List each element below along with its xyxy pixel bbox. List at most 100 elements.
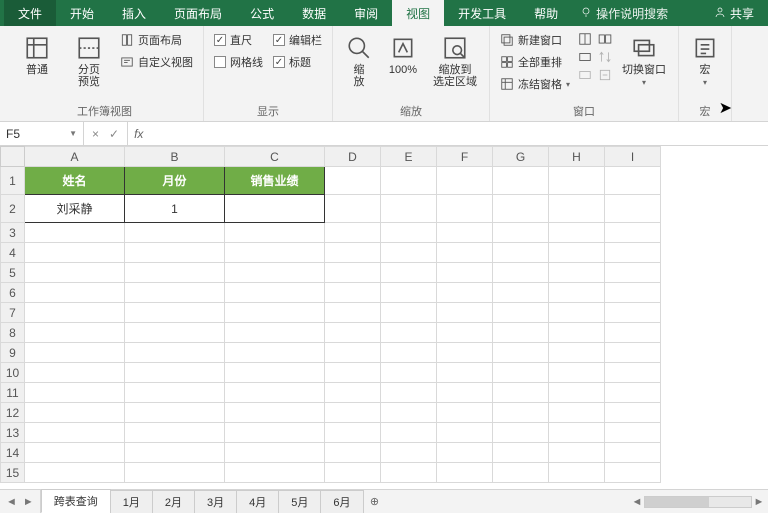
cell[interactable] [493,423,549,443]
cell[interactable] [605,363,661,383]
cell[interactable] [549,303,605,323]
scroll-right-icon[interactable]: ► [752,496,766,508]
cell[interactable] [549,195,605,223]
row-header[interactable]: 10 [1,363,25,383]
select-all-corner[interactable] [1,147,25,167]
macros-button[interactable]: 宏 ▾ [687,30,723,87]
cell[interactable] [605,303,661,323]
cell[interactable] [493,263,549,283]
cell[interactable] [381,167,437,195]
cell[interactable] [125,403,225,423]
col-header-I[interactable]: I [605,147,661,167]
cell[interactable] [493,343,549,363]
col-header-C[interactable]: C [225,147,325,167]
cell-A2[interactable]: 刘采静 [25,195,125,223]
cell[interactable] [225,383,325,403]
cell[interactable] [381,383,437,403]
cell[interactable] [493,243,549,263]
cell[interactable] [549,383,605,403]
cell[interactable] [437,463,493,483]
cell[interactable] [493,403,549,423]
cell[interactable] [605,243,661,263]
tab-home[interactable]: 开始 [56,0,108,26]
arrange-all-button[interactable]: 全部重排 [498,52,572,72]
scroll-thumb[interactable] [645,497,709,507]
row-header[interactable]: 7 [1,303,25,323]
cell[interactable] [25,223,125,243]
cell[interactable] [549,243,605,263]
cell[interactable] [605,283,661,303]
cell[interactable] [493,223,549,243]
cell[interactable] [437,363,493,383]
cell[interactable] [25,323,125,343]
cell[interactable] [437,223,493,243]
cell[interactable] [381,403,437,423]
cell[interactable] [437,195,493,223]
cell[interactable] [493,443,549,463]
cell[interactable] [381,363,437,383]
cell[interactable] [381,323,437,343]
cell[interactable] [325,423,381,443]
sheet-nav-next[interactable]: ► [23,496,34,508]
add-sheet-button[interactable]: ⊕ [363,490,387,513]
zoom-100-button[interactable]: 100% [383,30,423,76]
sheet-tab[interactable]: 跨表查询 [41,489,111,513]
cell[interactable] [325,323,381,343]
cell[interactable] [437,243,493,263]
cell-C1[interactable]: 销售业绩 [225,167,325,195]
cell[interactable] [125,423,225,443]
cell[interactable] [325,243,381,263]
cell[interactable] [381,303,437,323]
zoom-button[interactable]: 缩 放 [341,30,377,88]
cell[interactable] [25,343,125,363]
cell[interactable] [549,283,605,303]
tab-review[interactable]: 审阅 [340,0,392,26]
cell[interactable] [549,167,605,195]
cell[interactable] [549,363,605,383]
cell[interactable] [325,223,381,243]
cell[interactable] [325,263,381,283]
row-header[interactable]: 13 [1,423,25,443]
cell[interactable] [325,383,381,403]
ruler-checkbox[interactable]: 直尺 [212,30,265,50]
cell[interactable] [605,323,661,343]
cell[interactable] [549,263,605,283]
cell[interactable] [605,223,661,243]
cell[interactable] [605,343,661,363]
cell[interactable] [493,363,549,383]
cell[interactable] [25,403,125,423]
worksheet-grid[interactable]: A B C D E F G H I 1 姓名 月份 销售业绩 2 刘采静 1 3… [0,146,768,489]
cell[interactable] [125,463,225,483]
page-break-preview-button[interactable]: 分页 预览 [66,30,112,88]
sheet-nav-prev[interactable]: ◄ [6,496,17,508]
cell[interactable] [125,243,225,263]
cell[interactable] [125,363,225,383]
cell[interactable] [437,383,493,403]
cell[interactable] [381,263,437,283]
gridlines-checkbox[interactable]: 网格线 [212,52,265,72]
tab-page-layout[interactable]: 页面布局 [160,0,236,26]
cell[interactable] [125,383,225,403]
col-header-H[interactable]: H [549,147,605,167]
tab-insert[interactable]: 插入 [108,0,160,26]
enter-formula-button[interactable]: ✓ [109,127,119,141]
sheet-tab[interactable]: 6月 [320,490,363,513]
cell[interactable] [381,343,437,363]
cell[interactable] [437,343,493,363]
cell[interactable] [225,243,325,263]
scroll-left-icon[interactable]: ◄ [630,496,644,508]
sheet-tab[interactable]: 3月 [194,490,237,513]
formula-input[interactable] [149,122,768,145]
cell[interactable] [381,223,437,243]
cell[interactable] [25,243,125,263]
cell[interactable] [605,423,661,443]
cell[interactable] [549,403,605,423]
cell[interactable] [605,443,661,463]
cell[interactable] [25,283,125,303]
unhide-icon[interactable] [578,68,592,82]
cell[interactable] [549,423,605,443]
tab-view[interactable]: 视图 [392,0,444,26]
cell[interactable] [605,263,661,283]
cell[interactable] [437,263,493,283]
switch-windows-button[interactable]: 切换窗口 ▾ [618,30,670,87]
